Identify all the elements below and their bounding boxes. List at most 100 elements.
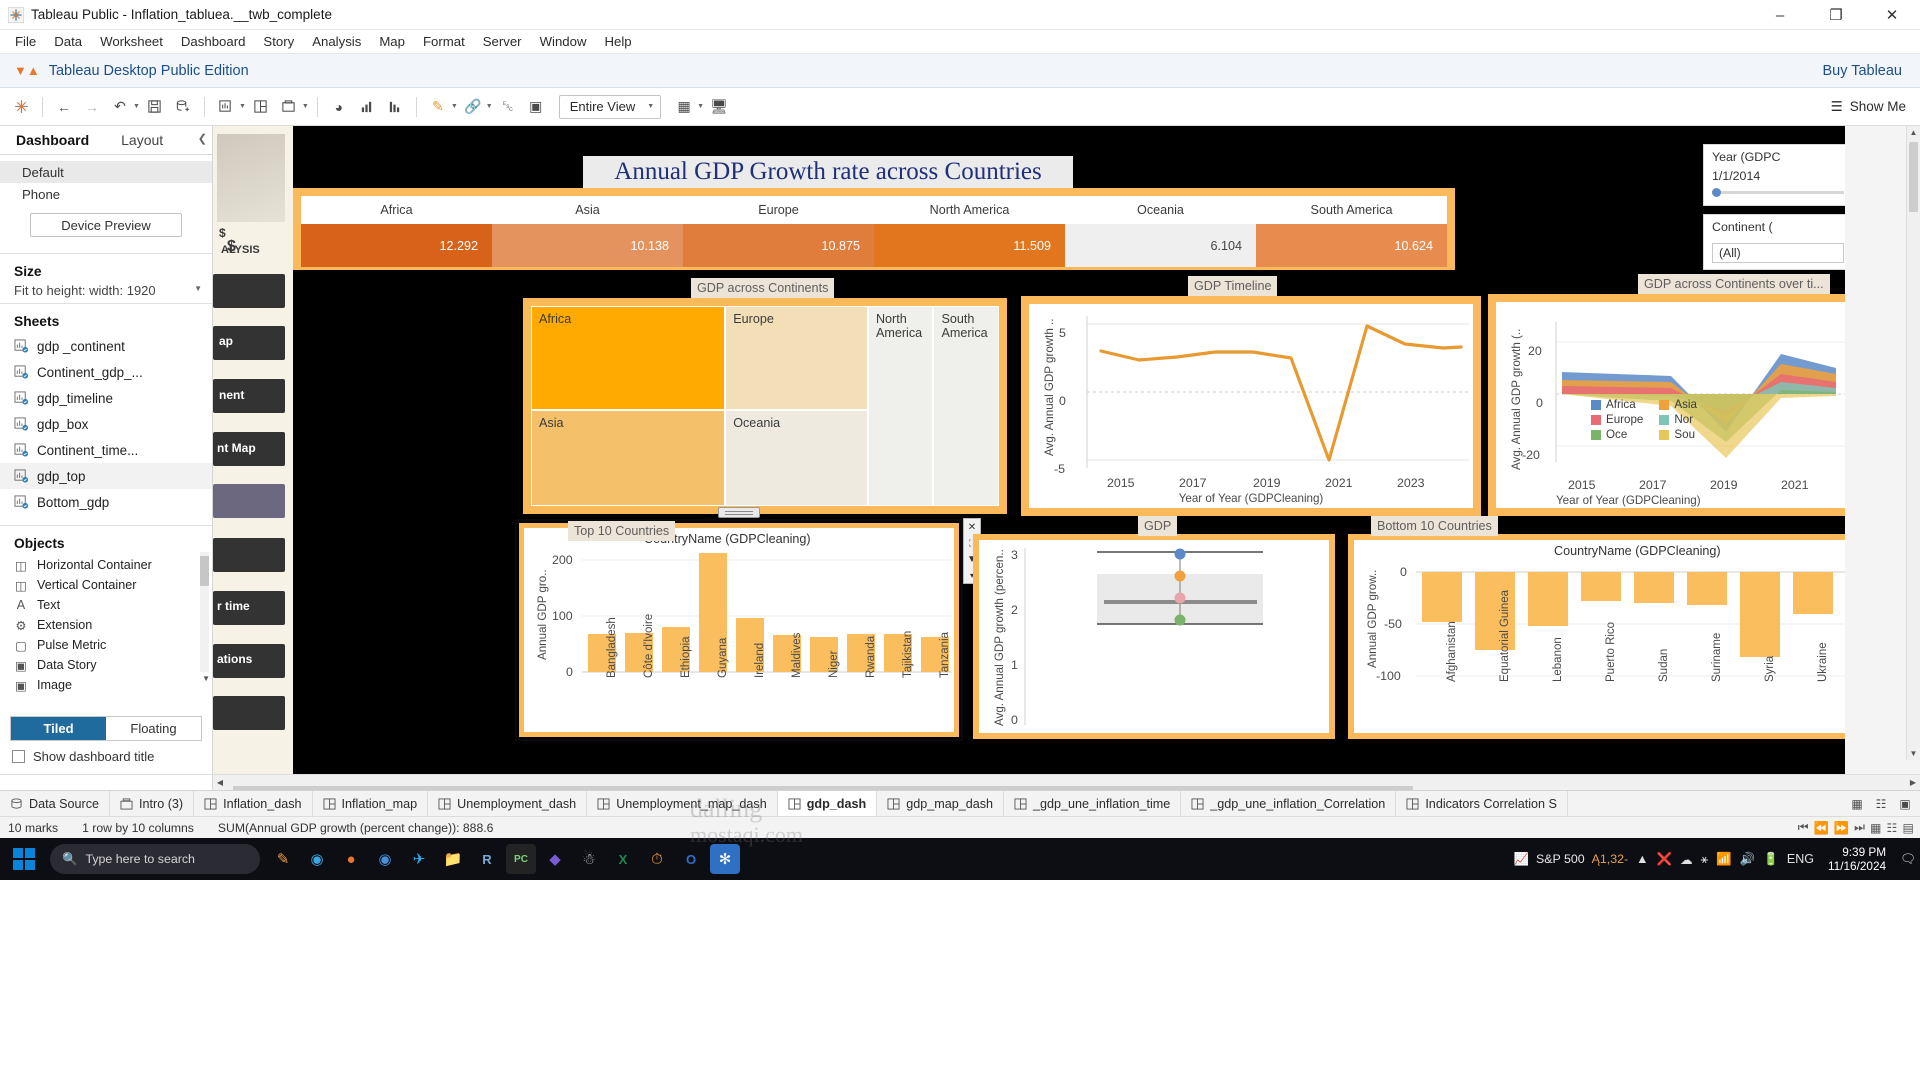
taskbar-icon-telegram[interactable]: ✈ <box>404 844 434 874</box>
hscroll-right-icon[interactable]: ▶ <box>1906 778 1920 787</box>
sheet-tab-10[interactable]: Indicators Correlation S <box>1396 791 1568 817</box>
new-dashboard-tab-icon[interactable]: ☷ <box>1870 793 1892 815</box>
heatmap-value-row[interactable]: 12.29210.13810.87511.5096.10410.624 <box>301 224 1447 267</box>
new-story-caret-icon[interactable]: ▼ <box>302 103 309 110</box>
sheet-item-3[interactable]: gdp_box <box>0 411 212 437</box>
new-worksheet-icon[interactable] <box>213 94 239 120</box>
heatmap-cell-4[interactable]: 6.104 <box>1065 224 1256 267</box>
show-dashboard-title-row[interactable]: Show dashboard title <box>0 741 212 774</box>
bottom10-worksheet-title[interactable]: Bottom 10 Countries <box>1371 516 1498 536</box>
timeline-card[interactable]: 5 0 -5 2015 2017 2019 2021 2023 Year of … <box>1021 296 1481 516</box>
heatmap-card[interactable]: AfricaAsiaEuropeNorth AmericaOceaniaSout… <box>293 188 1455 270</box>
device-preview-button[interactable]: Device Preview <box>30 213 182 237</box>
treemap-plot[interactable]: Africa Europe North America South Americ… <box>531 306 999 506</box>
menu-story[interactable]: Story <box>254 32 303 51</box>
taskbar-icon-chrome[interactable]: ◉ <box>370 844 400 874</box>
menu-server[interactable]: Server <box>474 32 531 51</box>
treemap-cell-europe[interactable]: Europe <box>725 306 868 410</box>
menu-window[interactable]: Window <box>531 32 596 51</box>
refresh-caret-icon[interactable]: ▼ <box>133 103 140 110</box>
tray-battery-icon[interactable]: 🔋 <box>1763 852 1779 867</box>
text-mark-icon[interactable]: ␛ <box>495 94 521 120</box>
sheet-tab-4[interactable]: Unemployment_dash <box>428 791 587 817</box>
objects-scroll-down-icon[interactable]: ▼ <box>202 674 210 683</box>
sheet-tab-0[interactable]: Data Source <box>0 791 110 817</box>
object-item-3[interactable]: ⚙Extension <box>0 615 212 635</box>
treemap-worksheet-title[interactable]: GDP across Continents <box>691 278 834 298</box>
menu-analysis[interactable]: Analysis <box>303 32 370 51</box>
taskbar-icon-vscode[interactable]: ◆ <box>540 844 570 874</box>
area-card[interactable]: 20 0 -20 2015 2017 2019 2021 Year of Yea… <box>1488 294 1845 516</box>
object-item-6[interactable]: ▣Image <box>0 675 212 695</box>
presentation-mode-icon[interactable]: 🖥 <box>706 94 732 120</box>
object-item-0[interactable]: ◫Horizontal Container <box>0 555 212 575</box>
close-worksheet-icon[interactable]: ✕ <box>964 519 980 535</box>
canvas-horizontal-scrollbar[interactable]: ◀ ▶ <box>0 774 1920 790</box>
sheet-item-5[interactable]: gdp_top <box>0 463 212 489</box>
tiled-button[interactable]: Tiled <box>11 717 106 740</box>
tray-onedrive-icon[interactable]: ☁ <box>1680 852 1693 867</box>
area-worksheet-title[interactable]: GDP across Continents over ti... <box>1638 274 1830 294</box>
heatmap-cell-5[interactable]: 10.624 <box>1256 224 1447 267</box>
tableau-home-icon[interactable] <box>8 94 34 120</box>
continent-filter-card[interactable]: Continent ( (All) <box>1703 214 1845 270</box>
sheet-item-1[interactable]: Continent_gdp_... <box>0 359 212 385</box>
fix-axes-icon[interactable]: ▣ <box>523 94 549 120</box>
undo-refresh-icon[interactable]: ↶ <box>107 94 133 120</box>
collapse-panel-icon[interactable]: ❮ <box>198 132 207 145</box>
notifications-icon[interactable]: 🗨 <box>1900 852 1916 867</box>
highlight-caret-icon[interactable]: ▼ <box>451 103 458 110</box>
timeline-worksheet-title[interactable]: GDP Timeline <box>1188 276 1277 296</box>
taskbar-icon-rstudio[interactable]: R <box>472 844 502 874</box>
hscroll-left-icon[interactable]: ◀ <box>213 778 227 787</box>
menu-data[interactable]: Data <box>45 32 91 51</box>
stock-widget[interactable]: 📈 S&P 500 Ą1,32- <box>1514 852 1629 867</box>
show-filmstrip-icon[interactable]: ▦ <box>1870 821 1882 835</box>
sheet-tab-3[interactable]: Inflation_map <box>313 791 429 817</box>
taskbar-icon-explorer[interactable]: 📁 <box>438 844 468 874</box>
tray-bluetooth-icon[interactable]: ⚹ <box>1701 852 1709 867</box>
object-item-2[interactable]: AText <box>0 595 212 615</box>
area-legend-item-2[interactable]: Europe <box>1591 413 1643 426</box>
heatmap-cell-0[interactable]: 12.292 <box>301 224 492 267</box>
buy-tableau-link[interactable]: Buy Tableau <box>1822 63 1902 79</box>
taskbar-icon-pycharm[interactable]: PC <box>506 844 536 874</box>
treemap-cell-asia[interactable]: Asia <box>531 410 725 506</box>
treemap-cell-oceania[interactable]: Oceania <box>725 410 868 506</box>
taskbar-search-box[interactable]: 🔍 Type here to search <box>50 844 260 874</box>
taskbar-icon-notes[interactable]: ✎ <box>268 844 298 874</box>
object-item-5[interactable]: ▣Data Story <box>0 655 212 675</box>
show-title-checkbox[interactable] <box>12 750 25 763</box>
menu-map[interactable]: Map <box>370 32 414 51</box>
tray-language[interactable]: ENG <box>1787 852 1814 866</box>
link-caret-icon[interactable]: ▼ <box>486 103 493 110</box>
area-legend-item-1[interactable]: Asia <box>1659 398 1697 411</box>
taskbar-icon-firefox[interactable]: ● <box>336 844 366 874</box>
new-data-source-icon[interactable] <box>170 94 196 120</box>
tray-volume-icon[interactable]: 🔊 <box>1740 852 1756 867</box>
taskbar-icon-excel[interactable]: X <box>608 844 638 874</box>
scroll-down-icon[interactable]: ▼ <box>1907 749 1920 758</box>
close-button[interactable]: ✕ <box>1864 0 1920 30</box>
year-slider-handle[interactable] <box>1712 188 1721 197</box>
start-button[interactable] <box>0 838 48 880</box>
box-plot[interactable] <box>979 540 1329 733</box>
treemap-cell-south-america[interactable]: South America <box>933 306 999 506</box>
next-tab-icon[interactable]: ⏩ <box>1834 821 1849 835</box>
area-legend[interactable]: AfricaAsiaEuropeNorOceSou <box>1591 398 1697 441</box>
heatmap-cell-1[interactable]: 10.138 <box>492 224 683 267</box>
prev-tab-icon[interactable]: ⏪ <box>1814 821 1829 835</box>
menu-dashboard[interactable]: Dashboard <box>172 32 255 51</box>
tray-antivirus-icon[interactable]: ❌ <box>1657 852 1673 867</box>
menu-file[interactable]: File <box>6 32 45 51</box>
new-dashboard-icon[interactable] <box>248 94 274 120</box>
floating-button[interactable]: Floating <box>106 717 201 740</box>
bottom10-card[interactable]: CountryName (GDPCleaning) <box>1348 534 1845 739</box>
device-phone[interactable]: Phone <box>0 183 212 205</box>
taskbar-icon-outlook[interactable]: O <box>676 844 706 874</box>
area-legend-item-4[interactable]: Oce <box>1591 428 1643 441</box>
top10-card[interactable]: CountryName (GDPCleaning) 200 100 0 Annu… <box>519 523 959 737</box>
presentation-link-icon[interactable]: 🔗 <box>460 94 486 120</box>
sheet-item-2[interactable]: gdp_timeline <box>0 385 212 411</box>
treemap-card[interactable]: Africa Europe North America South Americ… <box>523 298 1007 514</box>
